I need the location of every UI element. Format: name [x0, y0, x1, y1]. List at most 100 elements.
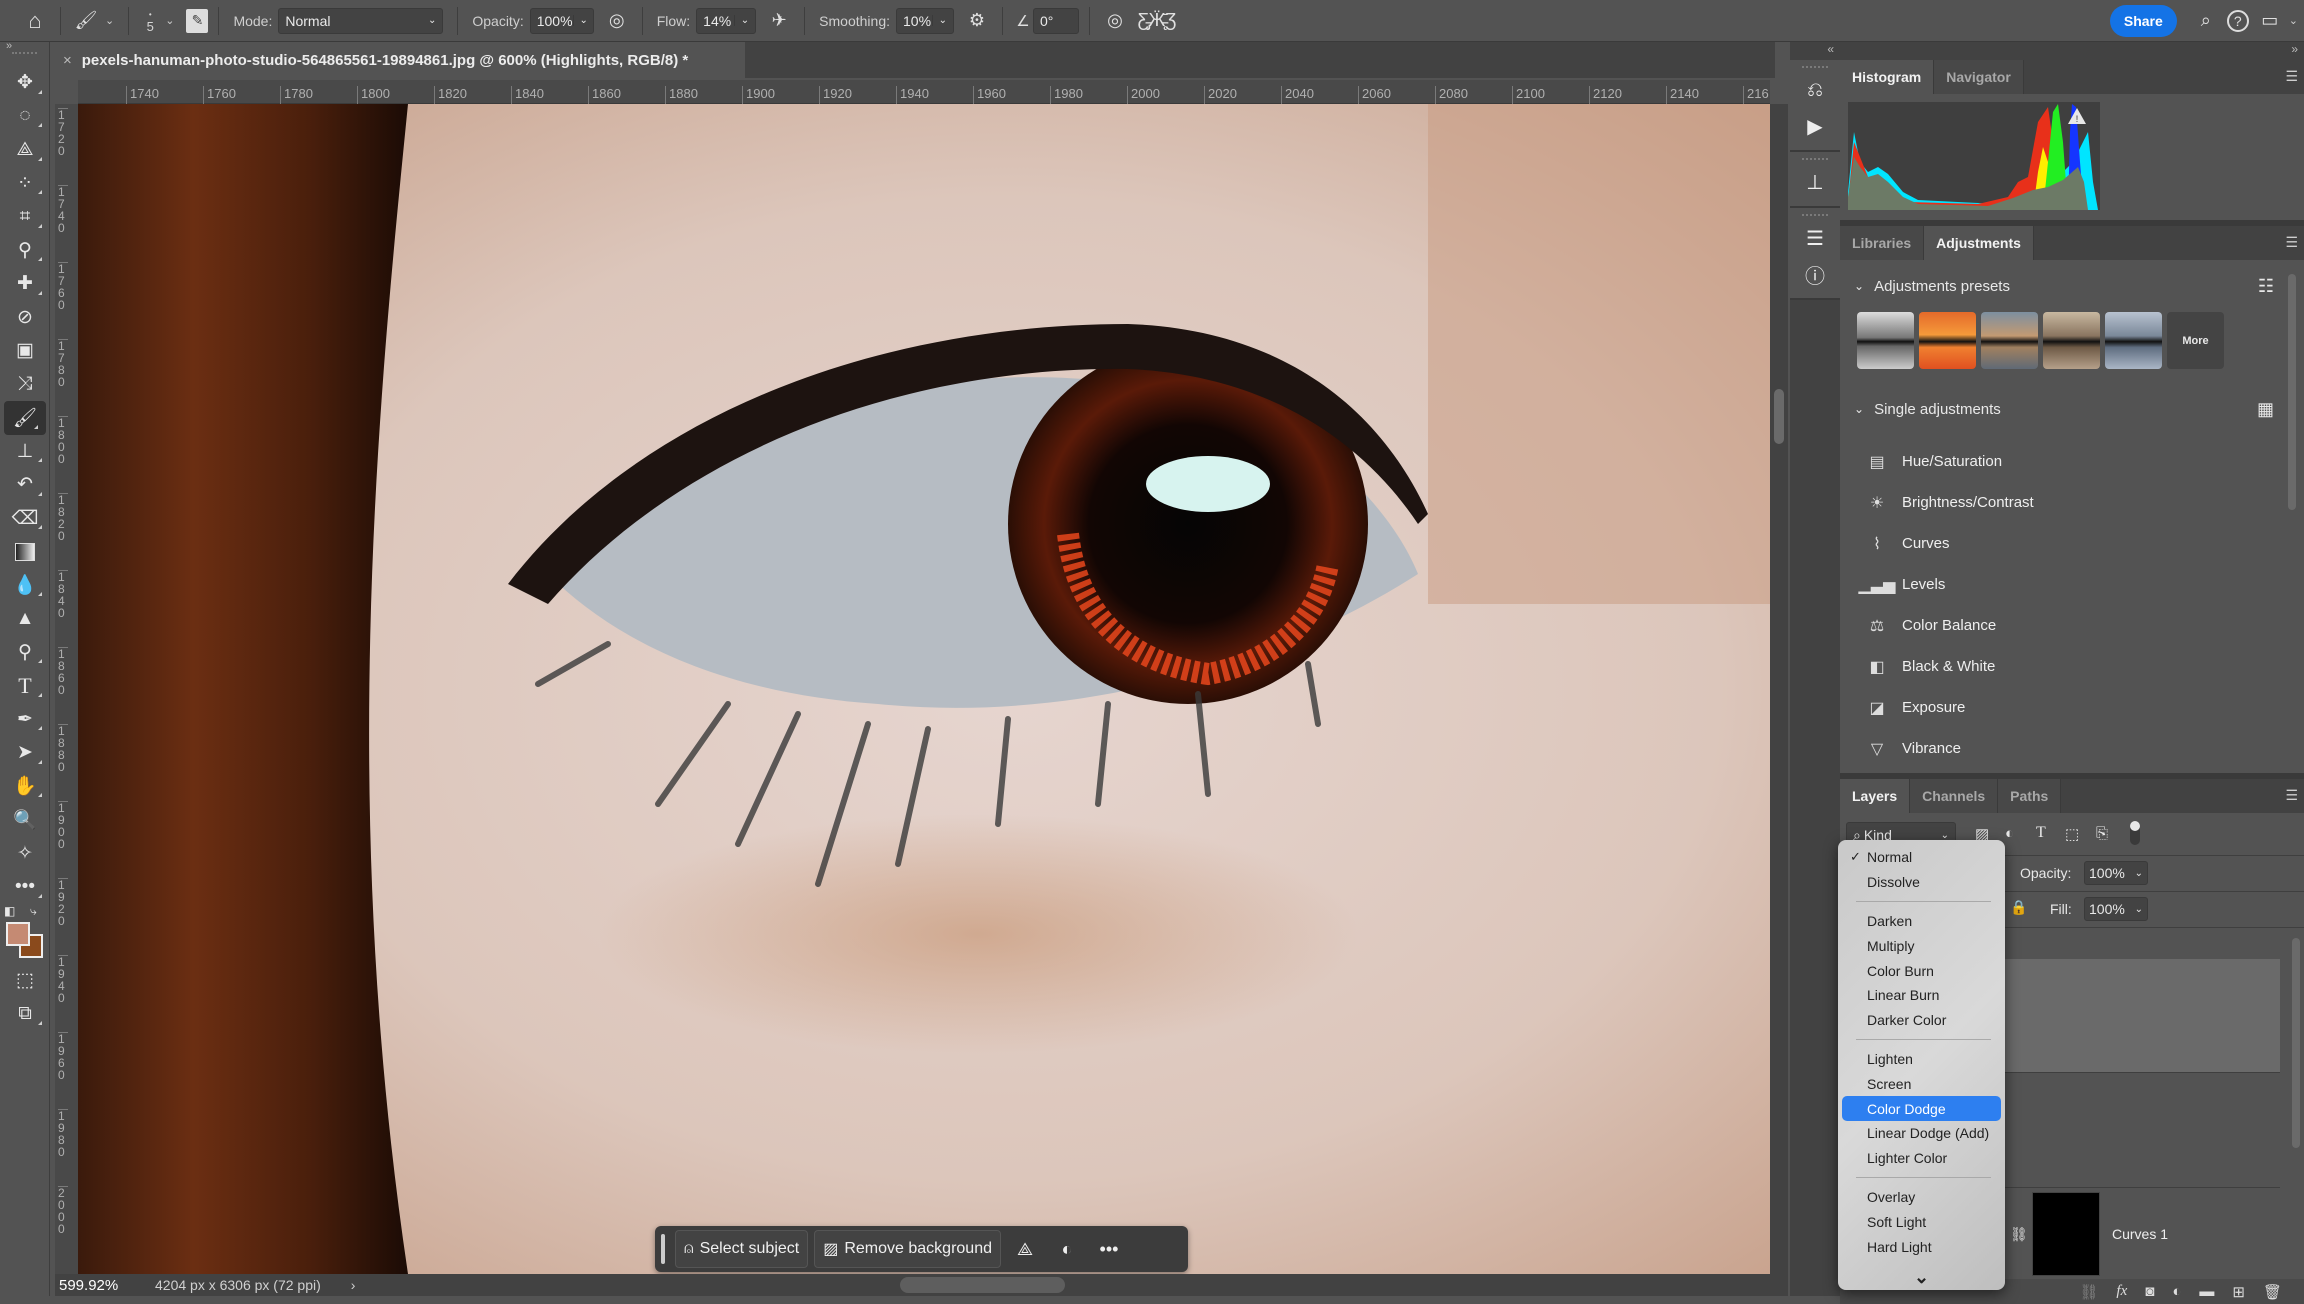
- preset-thumbnail-bw[interactable]: [1857, 312, 1914, 369]
- pressure-opacity-icon[interactable]: ◎: [602, 6, 632, 36]
- blend-mode-option[interactable]: Darker Color: [1842, 1008, 2001, 1033]
- adjustment-item-vibrance[interactable]: ▽ Vibrance: [1840, 728, 2304, 769]
- eraser-tool-icon[interactable]: ⌫: [0, 502, 50, 536]
- filter-type-icon[interactable]: T: [2036, 824, 2046, 842]
- smoothing-input[interactable]: 10% ⌄: [896, 7, 954, 34]
- layer-opacity-input[interactable]: 100% ⌄: [2084, 861, 2148, 885]
- tab-navigator[interactable]: Navigator: [1934, 60, 2024, 94]
- gear-icon[interactable]: ⚙: [962, 6, 992, 36]
- expand-panels-icon[interactable]: »: [1840, 42, 2304, 60]
- blend-mode-option[interactable]: Screen: [1842, 1072, 2001, 1097]
- toolbar-grip[interactable]: [0, 52, 49, 66]
- airbrush-icon[interactable]: ✈: [764, 6, 794, 36]
- preset-thumbnail-warm[interactable]: [1981, 312, 2038, 369]
- presets-section-header[interactable]: ⌄ Adjustments presets ☷: [1840, 260, 2304, 312]
- lasso-tool-icon[interactable]: ⟁: [0, 133, 50, 167]
- presets-more-button[interactable]: More: [2167, 312, 2224, 369]
- horizontal-scroll-thumb[interactable]: [900, 1277, 1065, 1293]
- chevron-down-icon[interactable]: ⌄: [572, 15, 588, 26]
- foreground-color-swatch[interactable]: [6, 921, 30, 946]
- filter-adjustment-icon[interactable]: ◐: [2005, 825, 2014, 842]
- share-button[interactable]: Share: [2109, 4, 2177, 37]
- quick-selection-tool-icon[interactable]: ⁘: [0, 167, 50, 201]
- mode-select[interactable]: Normal ⌄: [278, 7, 444, 34]
- blend-mode-option[interactable]: Dissolve: [1842, 870, 2001, 895]
- healing-brush-tool-icon[interactable]: ⊘: [0, 301, 50, 335]
- new-adjustment-layer-icon[interactable]: ◐: [2172, 1283, 2181, 1300]
- actions-play-icon[interactable]: ▶: [1790, 108, 1840, 144]
- adjustment-item-curves[interactable]: ⌇ Curves: [1840, 523, 2304, 564]
- quick-mask-icon[interactable]: ⬚: [0, 964, 50, 998]
- select-subject-button[interactable]: ⍝ Select subject: [675, 1230, 809, 1268]
- dodge-tool-icon[interactable]: ⚲: [0, 636, 50, 670]
- scroll-down-chevron-icon[interactable]: ⌄: [1838, 1267, 2005, 1288]
- tab-paths[interactable]: Paths: [1998, 779, 2062, 813]
- filter-smart-object-icon[interactable]: ⎘: [2096, 825, 2108, 842]
- new-group-icon[interactable]: ▬: [2199, 1283, 2214, 1300]
- adjustment-item-hue-saturation[interactable]: ▤ Hue/Saturation: [1840, 441, 2304, 482]
- blend-mode-option[interactable]: Color Burn: [1842, 958, 2001, 983]
- zoom-tool-icon[interactable]: 🔍: [0, 803, 50, 837]
- filter-toggle-switch[interactable]: [2130, 821, 2140, 845]
- blend-mode-option[interactable]: Color Dodge: [1842, 1096, 2001, 1121]
- layer-fill-input[interactable]: 100% ⌄: [2084, 897, 2148, 921]
- marquee-tool-icon[interactable]: ◌: [0, 100, 50, 134]
- workspace-icon[interactable]: ▭: [2255, 6, 2285, 36]
- recompose-tool-icon[interactable]: ⤨: [0, 368, 50, 402]
- chevron-down-icon[interactable]: ⌄: [2135, 868, 2143, 879]
- clone-source-icon[interactable]: ⊥: [1790, 164, 1840, 200]
- tab-channels[interactable]: Channels: [1910, 779, 1999, 813]
- layers-scrollbar[interactable]: [2292, 938, 2300, 1148]
- home-icon[interactable]: ⌂: [20, 6, 50, 36]
- blend-mode-option[interactable]: Overlay: [1842, 1185, 2001, 1210]
- link-layers-icon[interactable]: ⛓: [2079, 1283, 2098, 1301]
- sharpen-tool-icon[interactable]: ▲: [0, 602, 50, 636]
- blend-mode-option[interactable]: Lighter Color: [1842, 1146, 2001, 1171]
- more-options-icon[interactable]: •••: [1091, 1230, 1127, 1268]
- remove-background-button[interactable]: ▨ Remove background: [814, 1230, 1001, 1268]
- adjustment-item-color-balance[interactable]: ⚖ Color Balance: [1840, 605, 2304, 646]
- swap-colors-icon[interactable]: ⤷: [30, 904, 37, 919]
- crop-tool-icon[interactable]: ⌗: [0, 200, 50, 234]
- preset-thumbnail-sunset[interactable]: [1919, 312, 1976, 369]
- filter-shape-icon[interactable]: ⬚: [2065, 825, 2079, 843]
- adjustment-icon[interactable]: ◐: [1049, 1230, 1085, 1268]
- move-tool-icon[interactable]: ✥: [0, 66, 50, 100]
- blur-tool-icon[interactable]: 💧: [0, 569, 50, 603]
- link-icon[interactable]: ⛓: [2010, 1226, 2028, 1243]
- blend-mode-option[interactable]: Lighten: [1842, 1047, 2001, 1072]
- image-canvas[interactable]: [78, 104, 1770, 1274]
- list-view-icon[interactable]: ☷: [2258, 276, 2274, 297]
- chevron-down-icon[interactable]: ⌄: [733, 15, 749, 26]
- chevron-down-icon[interactable]: ⌄: [2135, 904, 2143, 915]
- lasso-select-icon[interactable]: ⟁: [1007, 1230, 1043, 1268]
- brush-preset-icon[interactable]: 🖌: [71, 6, 101, 36]
- add-mask-icon[interactable]: ◙: [2145, 1283, 2154, 1300]
- document-tab[interactable]: × pexels-hanuman-photo-studio-564865561-…: [55, 42, 745, 78]
- adjustment-item-exposure[interactable]: ◪ Exposure: [1840, 687, 2304, 728]
- symmetry-butterfly-icon[interactable]: Ƹ̵̡Ӝ̵̨̄Ʒ: [1138, 6, 1177, 36]
- zoom-level[interactable]: 599.92%: [55, 1277, 155, 1294]
- delete-layer-icon[interactable]: 🗑: [2263, 1283, 2282, 1301]
- lock-icon[interactable]: 🔒: [2010, 899, 2027, 916]
- chevron-down-icon[interactable]: ⌄: [105, 14, 114, 27]
- tab-layers[interactable]: Layers: [1840, 779, 1911, 813]
- grid-view-icon[interactable]: ▦: [2257, 399, 2274, 420]
- new-layer-icon[interactable]: ⊞: [2232, 1283, 2245, 1301]
- blend-mode-option[interactable]: Hard Light: [1842, 1234, 2001, 1259]
- history-icon[interactable]: ⎌: [1790, 72, 1840, 108]
- blend-mode-option[interactable]: Multiply: [1842, 934, 2001, 959]
- status-expand-icon[interactable]: ›: [351, 1277, 356, 1293]
- vertical-scroll-thumb[interactable]: [1774, 389, 1784, 444]
- info-icon[interactable]: ⓘ: [1790, 256, 1840, 292]
- task-bar-grip[interactable]: [661, 1234, 665, 1264]
- eyedropper-tool-icon[interactable]: ⚲: [0, 234, 50, 268]
- chevron-down-icon[interactable]: ⌄: [2289, 14, 2298, 27]
- screen-mode-icon[interactable]: ⧉: [0, 997, 50, 1031]
- remove-tool-icon[interactable]: ✧: [0, 837, 50, 871]
- brush-settings-icon[interactable]: ✎: [186, 8, 209, 33]
- search-icon[interactable]: ⌕: [2191, 6, 2221, 36]
- panel-menu-icon[interactable]: ☰: [2285, 787, 2298, 804]
- content-aware-tool-icon[interactable]: ▣: [0, 334, 50, 368]
- type-tool-icon[interactable]: T: [0, 669, 50, 703]
